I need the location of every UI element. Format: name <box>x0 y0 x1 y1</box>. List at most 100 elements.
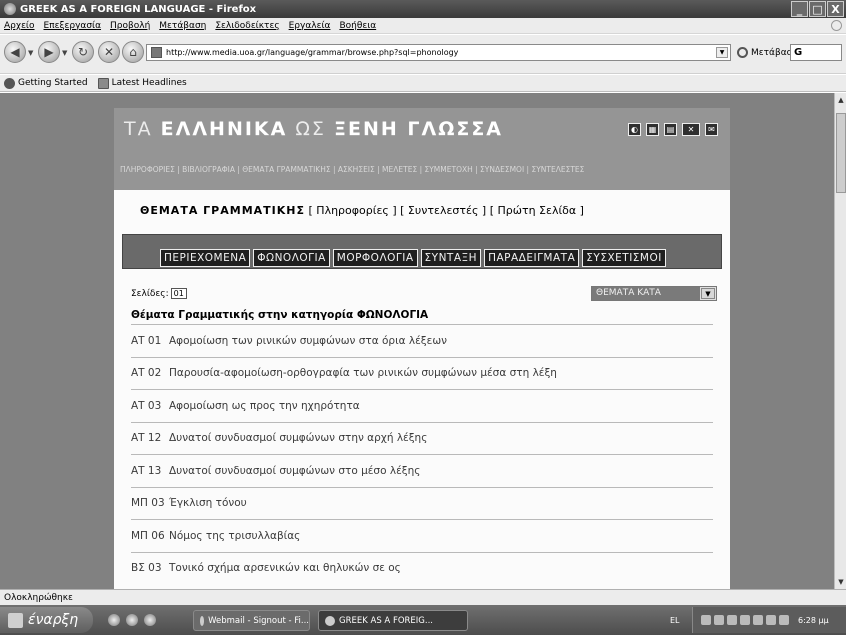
tray-icon[interactable] <box>779 615 789 625</box>
maximize-button[interactable]: □ <box>809 1 826 17</box>
site-top-nav[interactable]: ΠΛΗΡΟΦΟΡΙΕΣ | ΒΙΒΛΙΟΓΡΑΦΙΑ | ΘΕΜΑΤΑ ΓΡΑΜ… <box>120 165 584 174</box>
accessibility-icon[interactable]: ◐ <box>628 123 641 136</box>
list-item[interactable]: ΑΤ 13 Δυνατοί συνδυασμοί συμφώνων στο μέσ… <box>131 454 713 487</box>
uk-flag-icon[interactable]: ✕ <box>682 123 700 136</box>
throbber-icon <box>831 20 842 31</box>
tab-syntax[interactable]: ΣΥΝΤΑΞΗ <box>420 249 482 267</box>
tray-icon[interactable] <box>714 615 724 625</box>
url-text: http://www.media.uoa.gr/language/grammar… <box>166 48 459 57</box>
menu-help[interactable]: Βοήθεια <box>339 21 376 31</box>
back-icon[interactable]: ◀ <box>4 41 26 63</box>
go-button[interactable]: Μετάβαση <box>737 44 798 61</box>
taskbar-item-greek[interactable]: GREEK AS A FOREIG... <box>318 610 468 631</box>
go-icon <box>737 47 748 58</box>
search-input[interactable]: G <box>790 44 842 61</box>
mail-icon[interactable]: ✉ <box>705 123 718 136</box>
minimize-button[interactable]: _ <box>791 1 808 17</box>
taskbar-item-webmail[interactable]: Webmail - Signout - Fi... <box>193 610 310 631</box>
window-title: GREEK AS A FOREIGN LANGUAGE - Firefox <box>20 3 257 15</box>
category-heading: Θέματα Γραμματικής στην κατηγορία ΦΩΝΟΛΟ… <box>131 309 429 321</box>
quicklaunch-icon[interactable] <box>144 614 156 626</box>
list-item[interactable]: ΒΣ 03 Τονικό σχήμα αρσενικών και θηλυκών … <box>131 551 713 585</box>
firefox-icon <box>4 3 16 15</box>
tray-icon[interactable] <box>727 615 737 625</box>
task-label: GREEK AS A FOREIG... <box>339 615 433 626</box>
tray-icon[interactable] <box>740 615 750 625</box>
window-titlebar: GREEK AS A FOREIGN LANGUAGE - Firefox _ … <box>0 0 846 18</box>
tab-morphology[interactable]: ΜΟΡΦΟΛΟΓΙΑ <box>332 249 418 267</box>
url-dropdown-icon[interactable]: ▼ <box>716 47 728 58</box>
list-item[interactable]: ΜΠ 03 Έγκλιση τόνου <box>131 486 713 520</box>
site-panel: ΤΑ ΕΛΛΗΝΙΚΑ ΩΣ ΞΕΝΗ ΓΛΩΣΣΑ ◐ ▦ ▤ ✕ ✉ ΠΛΗ… <box>114 108 730 589</box>
tab-correlations[interactable]: ΣΥΣΧΕΤΙΣΜΟΙ <box>582 249 666 267</box>
tray-icon[interactable] <box>753 615 763 625</box>
task-label: Webmail - Signout - Fi... <box>208 615 309 626</box>
quicklaunch-icon[interactable] <box>108 614 120 626</box>
topic-link[interactable]: Τονικό σχήμα αρσενικών και θηλυκών σε ος <box>169 562 401 574</box>
topic-link[interactable]: Αφομοίωση των ρινικών συμφώνων στα όρια … <box>169 335 447 347</box>
topic-link[interactable]: Δυνατοί συνδυασμοί συμφώνων στην αρχή λέ… <box>169 432 427 444</box>
home-icon[interactable]: ⌂ <box>122 41 144 63</box>
tray-icon[interactable] <box>701 615 711 625</box>
forward-dropdown-icon[interactable]: ▼ <box>62 49 67 57</box>
start-button[interactable]: έναρξη <box>0 607 93 633</box>
topic-link[interactable]: Παρουσία-αφομοίωση-ορθογραφία των ρινικώ… <box>169 367 557 379</box>
page-link[interactable]: 01 <box>170 288 187 299</box>
status-bar: Ολοκληρώθηκε <box>0 589 846 605</box>
language-indicator[interactable]: EL <box>670 616 680 625</box>
firefox-icon <box>200 615 205 626</box>
tab-contents[interactable]: ΠΕΡΙΕΧΟΜΕΝΑ <box>160 249 251 267</box>
topic-code: ΒΣ 03 <box>131 562 162 575</box>
back-dropdown-icon[interactable]: ▼ <box>28 49 33 57</box>
print-icon[interactable]: ▤ <box>664 123 677 136</box>
taskbar: έναρξη Webmail - Signout - Fi... GREEK A… <box>0 605 846 635</box>
topic-code: ΜΠ 03 <box>131 497 165 510</box>
tab-examples[interactable]: ΠΑΡΑΔΕΙΓΜΑΤΑ <box>484 249 580 267</box>
bookmark-latest-headlines[interactable]: Latest Headlines <box>97 77 187 89</box>
topic-link[interactable]: Νόμος της τρισυλλαβίας <box>169 530 300 542</box>
sort-select[interactable]: ΘΕΜΑΤΑ ΚΑΤΑ ▼ <box>591 286 717 301</box>
quicklaunch-icon[interactable] <box>126 614 138 626</box>
bookmark-label: Getting Started <box>18 78 88 88</box>
topic-link[interactable]: Έγκλιση τόνου <box>169 497 247 509</box>
list-item[interactable]: ΜΠ 06 Νόμος της τρισυλλαβίας <box>131 519 713 552</box>
menu-edit[interactable]: Επεξεργασία <box>44 21 102 31</box>
close-button[interactable]: X <box>827 1 844 17</box>
bookmark-getting-started[interactable]: Getting Started <box>4 77 88 89</box>
bookmarks-bar: Getting Started Latest Headlines <box>0 75 846 92</box>
tab-bar: ΠΕΡΙΕΧΟΜΕΝΑ ΦΩΝΟΛΟΓΙΑ ΜΟΡΦΟΛΟΓΙΑ ΣΥΝΤΑΞΗ… <box>122 234 722 269</box>
system-tray: 6:28 μμ <box>692 607 846 633</box>
start-label: έναρξη <box>28 612 79 628</box>
menu-go[interactable]: Μετάβαση <box>159 21 206 31</box>
list-item[interactable]: ΑΤ 01 Αφομοίωση των ρινικών συμφώνων στα … <box>131 324 713 357</box>
list-item[interactable]: ΑΤ 12 Δυνατοί συνδυασμοί συμφώνων στην αρ… <box>131 421 713 455</box>
scroll-down-icon[interactable]: ▼ <box>836 577 846 587</box>
reload-icon[interactable]: ↻ <box>72 41 94 63</box>
volume-icon[interactable] <box>766 615 776 625</box>
forward-icon[interactable]: ▶ <box>38 41 60 63</box>
menu-bookmarks[interactable]: Σελιδοδείκτες <box>215 21 279 31</box>
menu-tools[interactable]: Εργαλεία <box>289 21 331 31</box>
greek-flag-icon[interactable]: ▦ <box>646 123 659 136</box>
topic-link[interactable]: Δυνατοί συνδυασμοί συμφώνων στο μέσο λέξ… <box>169 465 420 477</box>
content-area: ΘΕΜΑΤΑ ΓΡΑΜΜΑΤΙΚΗΣ [ Πληροφορίες ] [ Συν… <box>114 190 730 589</box>
stop-icon[interactable]: ✕ <box>98 41 120 63</box>
scroll-up-icon[interactable]: ▲ <box>836 95 846 105</box>
breadcrumb-links[interactable]: [ Πληροφορίες ] [ Συντελεστές ] [ Πρώτη … <box>309 204 584 217</box>
menu-view[interactable]: Προβολή <box>110 21 150 31</box>
vertical-scrollbar[interactable]: ▲ ▼ <box>834 93 846 589</box>
bookmark-label: Latest Headlines <box>111 78 187 88</box>
menu-file[interactable]: Αρχείο <box>4 21 35 31</box>
scroll-thumb[interactable] <box>836 113 846 193</box>
tab-phonology[interactable]: ΦΩΝΟΛΟΓΙΑ <box>253 249 330 267</box>
topic-code: ΑΤ 13 <box>131 464 162 477</box>
topic-code: ΑΤ 03 <box>131 399 162 412</box>
list-item[interactable]: ΑΤ 02 Παρουσία-αφομοίωση-ορθογραφία των ρ… <box>131 356 713 390</box>
topic-link[interactable]: Αφομοίωση ως προς την ηχηρότητα <box>169 400 360 412</box>
language-flags: ◐ ▦ ▤ ✕ ✉ <box>628 123 718 136</box>
site-favicon-icon <box>151 47 162 58</box>
clock: 6:28 μμ <box>798 615 829 625</box>
chevron-down-icon[interactable]: ▼ <box>701 288 715 299</box>
url-bar[interactable]: http://www.media.uoa.gr/language/grammar… <box>146 44 731 61</box>
list-item[interactable]: ΑΤ 03 Αφομοίωση ως προς την ηχηρότητα <box>131 389 713 422</box>
